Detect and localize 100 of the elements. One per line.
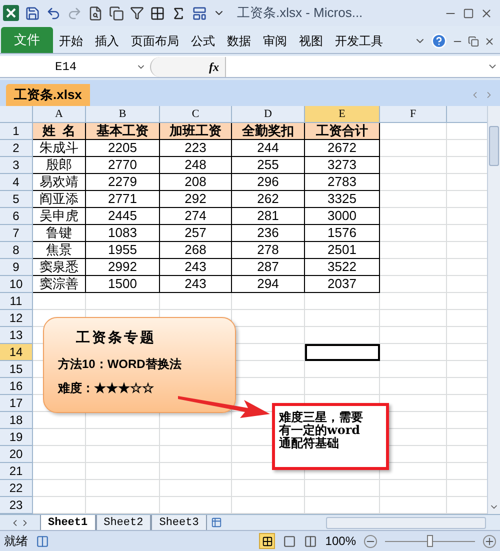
- sheet-tab[interactable]: Sheet2: [96, 514, 152, 530]
- table-cell: 鲁键: [33, 225, 86, 242]
- table-cell: 2445: [86, 208, 160, 225]
- row-header[interactable]: 12: [0, 310, 33, 327]
- zoom-out-icon[interactable]: [364, 534, 377, 548]
- row-header[interactable]: 11: [0, 293, 33, 310]
- row-header[interactable]: 17: [0, 395, 33, 412]
- text-box-line: 通配符基础: [279, 437, 340, 450]
- column-header[interactable]: B: [86, 106, 160, 122]
- column-header[interactable]: E: [305, 106, 380, 122]
- save-icon[interactable]: [25, 6, 40, 20]
- table-cell: 2501: [305, 242, 380, 259]
- table-cell: 274: [160, 208, 232, 225]
- row-header[interactable]: 18: [0, 412, 33, 429]
- table-cell: 248: [160, 157, 232, 174]
- name-box[interactable]: E14: [0, 58, 150, 76]
- zoom-in-icon[interactable]: [483, 534, 496, 548]
- ribbon-tab[interactable]: 插入: [89, 29, 125, 53]
- table-cell: 208: [160, 174, 232, 191]
- table-cell: 296: [232, 174, 305, 191]
- copy-icon[interactable]: [109, 6, 124, 20]
- table-cell: 1576: [305, 225, 380, 242]
- row-header[interactable]: 10: [0, 276, 33, 293]
- ribbon-tab[interactable]: 页面布局: [125, 29, 185, 53]
- callout-text: 方法10：WORD替换法: [58, 356, 182, 373]
- row-header[interactable]: 19: [0, 429, 33, 446]
- table-cell: 281: [232, 208, 305, 225]
- row-header[interactable]: 15: [0, 361, 33, 378]
- row-header[interactable]: 23: [0, 497, 33, 514]
- page-break-icon[interactable]: [304, 534, 318, 548]
- file-tab[interactable]: 文件: [1, 27, 53, 53]
- undo-icon[interactable]: [46, 6, 61, 20]
- workbook-tab[interactable]: 工资条.xlsx: [6, 84, 90, 106]
- table-cell: 1955: [86, 242, 160, 259]
- table-cell: 2205: [86, 140, 160, 157]
- table-cell: 2279: [86, 174, 160, 191]
- table-cell: 2783: [305, 174, 380, 191]
- zoom-slider[interactable]: [385, 535, 475, 547]
- column-header[interactable]: F: [380, 106, 447, 122]
- table-cell: 255: [232, 157, 305, 174]
- column-header[interactable]: C: [160, 106, 232, 122]
- ribbon-tab[interactable]: 开始: [53, 29, 89, 53]
- sheet-tab[interactable]: Sheet3: [151, 514, 207, 530]
- table-cell: 294: [232, 276, 305, 293]
- scroll-thumb[interactable]: [489, 126, 499, 166]
- callout-title: 工资条专题: [75, 329, 157, 348]
- row-header[interactable]: 22: [0, 480, 33, 497]
- table-cell: 244: [232, 140, 305, 157]
- table-cell: 243: [160, 259, 232, 276]
- selected-cell[interactable]: [305, 344, 380, 361]
- maximize-icon[interactable]: [463, 8, 474, 18]
- row-header[interactable]: 7: [0, 225, 33, 242]
- help-icon[interactable]: [431, 33, 447, 49]
- row-header[interactable]: 9: [0, 259, 33, 276]
- table-cell: 殷郎: [33, 157, 86, 174]
- ribbon-tab[interactable]: 数据: [221, 29, 257, 53]
- ribbon-tab[interactable]: 开发工具: [329, 29, 389, 53]
- page-layout-icon[interactable]: [283, 534, 296, 548]
- function-label[interactable]: fx: [209, 58, 219, 76]
- row-header[interactable]: 8: [0, 242, 33, 259]
- callout-text: 难度：★★★☆☆: [58, 380, 155, 397]
- normal-view-icon[interactable]: [259, 533, 276, 549]
- horizontal-scrollbar[interactable]: [326, 516, 486, 528]
- ribbon-tab[interactable]: 视图: [293, 29, 329, 53]
- ribbon-tab[interactable]: 审阅: [257, 29, 293, 53]
- row-header[interactable]: 16: [0, 378, 33, 395]
- close-icon[interactable]: [480, 6, 493, 20]
- table-cell: 3522: [305, 259, 380, 276]
- sheet-tab[interactable]: Sheet1: [40, 514, 96, 530]
- filter-icon[interactable]: [130, 6, 144, 20]
- row-header[interactable]: 5: [0, 191, 33, 208]
- format-icon[interactable]: [192, 6, 207, 20]
- close-icon[interactable]: [484, 36, 495, 46]
- table-cell: 2992: [86, 259, 160, 276]
- table-cell: 257: [160, 225, 232, 242]
- table-cell: 焦景: [33, 242, 86, 259]
- row-header[interactable]: 14: [0, 344, 33, 361]
- row-header[interactable]: 13: [0, 327, 33, 344]
- print-preview-icon[interactable]: [88, 6, 103, 20]
- text-box-line: 有一定的word: [279, 424, 362, 437]
- zoom-level[interactable]: 100%: [325, 532, 356, 550]
- sum-icon[interactable]: [171, 6, 186, 20]
- row-header[interactable]: 6: [0, 208, 33, 225]
- row-header[interactable]: 1: [0, 123, 33, 140]
- table-cell: 2672: [305, 140, 380, 157]
- restore-icon[interactable]: [468, 36, 479, 46]
- table-cell: 262: [232, 191, 305, 208]
- borders-icon[interactable]: [150, 6, 165, 20]
- column-header[interactable]: A: [33, 106, 86, 122]
- table-cell: 3325: [305, 191, 380, 208]
- table-cell: 1083: [86, 225, 160, 242]
- row-header[interactable]: 4: [0, 174, 33, 191]
- row-header[interactable]: 2: [0, 140, 33, 157]
- row-header[interactable]: 3: [0, 157, 33, 174]
- row-header[interactable]: 21: [0, 463, 33, 480]
- text-box-line: 难度三星，需要: [279, 411, 364, 424]
- column-heading-cell: 加班工资: [160, 123, 232, 140]
- row-header[interactable]: 20: [0, 446, 33, 463]
- ribbon-tab[interactable]: 公式: [185, 29, 221, 53]
- window-title: 工资条.xlsx - Micros...: [237, 4, 363, 22]
